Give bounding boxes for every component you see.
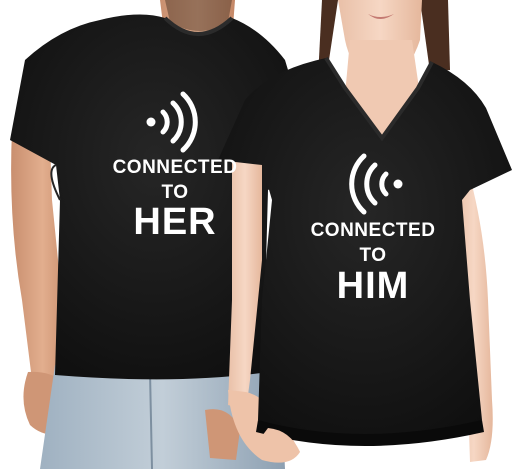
woman-hair-right xyxy=(420,0,450,72)
photo-illustration xyxy=(10,0,512,469)
right-shirt-line2: TO xyxy=(359,245,387,266)
left-shirt-line1: CONNECTED xyxy=(112,157,238,178)
product-photo: CONNECTED TO HER CONNECTED TO HIM xyxy=(0,0,532,469)
left-shirt-line3: HER xyxy=(133,201,217,243)
right-shirt-line3: HIM xyxy=(336,265,410,307)
right-shirt-line1: CONNECTED xyxy=(310,220,436,241)
left-shirt-line2: TO xyxy=(161,182,189,203)
